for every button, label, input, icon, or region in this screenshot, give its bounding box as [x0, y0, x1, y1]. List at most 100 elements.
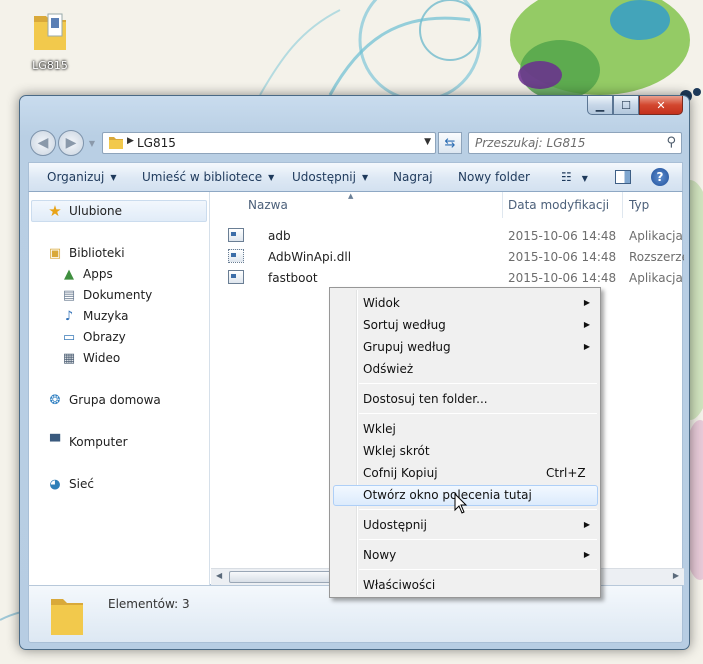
mouse-cursor-icon: [454, 493, 468, 514]
burn-button[interactable]: Nagraj: [393, 170, 433, 184]
command-bar: Organizuj ▼ Umieść w bibliotece ▼ Udostępn…: [28, 162, 683, 192]
preview-pane-button[interactable]: [615, 170, 631, 184]
recent-pages-button[interactable]: ▼: [86, 130, 98, 156]
file-row[interactable]: adb 2015-10-06 14:48 Aplikacja: [211, 226, 684, 246]
videos-icon: ▦: [62, 350, 76, 366]
nav-libraries-label: Biblioteki: [69, 246, 125, 260]
nav-library-apps[interactable]: ▲ Apps: [61, 266, 113, 282]
caption-buttons: ▁ ☐ ✕: [587, 96, 683, 115]
search-icon[interactable]: ⚲: [666, 135, 676, 150]
nav-library-documents[interactable]: ▤ Dokumenty: [61, 287, 152, 303]
column-divider[interactable]: [622, 192, 623, 218]
submenu-arrow-icon: ▶: [583, 520, 590, 529]
menu-item-undo-copy[interactable]: Cofnij Kopiuj: [363, 466, 438, 480]
documents-icon: ▤: [62, 287, 76, 303]
scroll-left-icon[interactable]: ◀: [216, 571, 222, 580]
menu-item-paste[interactable]: Wklej: [363, 422, 396, 436]
file-row[interactable]: AdbWinApi.dll 2015-10-06 14:48 Rozszerze…: [211, 247, 684, 267]
chevron-down-icon: ▼: [88, 138, 96, 148]
application-icon: [228, 228, 244, 242]
nav-library-videos[interactable]: ▦ Wideo: [61, 350, 120, 366]
search-input[interactable]: [475, 136, 655, 150]
item-count: Elementów: 3: [108, 597, 190, 611]
menu-item-new[interactable]: Nowy: [363, 548, 396, 562]
desktop-icon-label: LG815: [32, 59, 68, 72]
change-view-button[interactable]: ☷ ▼: [561, 170, 588, 184]
search-box[interactable]: ⚲: [468, 132, 682, 154]
folder-icon: [51, 599, 83, 635]
nav-libraries[interactable]: ▣ Biblioteki: [47, 245, 125, 261]
menu-item-group-by[interactable]: Grupuj według: [363, 340, 451, 354]
menu-item-paste-shortcut[interactable]: Wklej skrót: [363, 444, 430, 458]
back-button[interactable]: ◀: [30, 130, 56, 156]
breadcrumb-current[interactable]: LG815: [137, 136, 176, 150]
nav-network[interactable]: ◕ Sieć: [47, 476, 94, 492]
file-row[interactable]: fastboot 2015-10-06 14:48 Aplikacja: [211, 268, 684, 288]
include-in-library-label: Umieść w bibliotece: [142, 170, 263, 184]
address-row: ◀ ▶ ▼ ▶ LG815 ▼ ⇆ ⚲: [28, 129, 683, 157]
minimize-button[interactable]: ▁: [587, 96, 613, 115]
maximize-button[interactable]: ☐: [613, 96, 639, 115]
dll-file-icon: [228, 249, 244, 263]
column-header-name[interactable]: Nazwa: [248, 198, 288, 212]
share-button[interactable]: Udostępnij ▼: [292, 170, 368, 184]
help-icon[interactable]: ?: [651, 168, 669, 186]
submenu-arrow-icon: ▶: [583, 342, 590, 351]
address-bar[interactable]: ▶ LG815 ▼: [102, 132, 436, 154]
menu-item-customize-folder[interactable]: Dostosuj ten folder...: [363, 392, 488, 406]
scrollbar-thumb[interactable]: [229, 571, 339, 583]
forward-button[interactable]: ▶: [58, 130, 84, 156]
include-in-library-button[interactable]: Umieść w bibliotece ▼: [142, 170, 274, 184]
file-type: Aplikacja: [629, 271, 683, 285]
organize-label: Organizuj: [47, 170, 105, 184]
file-date: 2015-10-06 14:48: [508, 229, 617, 243]
file-type: Aplikacja: [629, 229, 683, 243]
libraries-icon: ▣: [48, 245, 62, 261]
close-button[interactable]: ✕: [639, 96, 683, 115]
menu-item-share[interactable]: Udostępnij: [363, 518, 427, 532]
file-type: Rozszerzenie a: [629, 250, 684, 264]
new-folder-button[interactable]: Nowy folder: [458, 170, 530, 184]
share-label: Udostępnij: [292, 170, 356, 184]
column-header-type[interactable]: Typ: [629, 198, 649, 212]
back-arrow-icon: ◀: [37, 135, 49, 151]
nav-homegroup[interactable]: ❂ Grupa domowa: [47, 392, 161, 408]
folder-icon: [109, 137, 123, 149]
column-divider[interactable]: [502, 192, 503, 218]
organize-button[interactable]: Organizuj ▼: [47, 170, 116, 184]
menu-item-sort-by[interactable]: Sortuj według: [363, 318, 446, 332]
nav-library-label: Obrazy: [83, 330, 126, 344]
application-icon: [228, 270, 244, 284]
nav-computer[interactable]: ▀ Komputer: [47, 434, 128, 450]
chevron-down-icon: ▼: [110, 173, 117, 182]
forward-arrow-icon: ▶: [65, 135, 77, 151]
menu-item-open-command-window[interactable]: Otwórz okno polecenia tutaj: [363, 488, 532, 502]
submenu-arrow-icon: ▶: [583, 320, 590, 329]
menu-separator: [359, 383, 597, 384]
scroll-right-icon[interactable]: ▶: [673, 571, 679, 580]
menu-item-view[interactable]: Widok: [363, 296, 400, 310]
submenu-arrow-icon: ▶: [583, 550, 590, 559]
nav-favorites-label: Ulubione: [69, 204, 123, 218]
star-icon: ★: [48, 202, 62, 220]
address-dropdown-icon[interactable]: ▼: [424, 137, 431, 147]
file-name: AdbWinApi.dll: [268, 250, 352, 264]
homegroup-icon: ❂: [49, 392, 61, 408]
nav-favorites[interactable]: ★ Ulubione: [47, 202, 123, 220]
folder-icon: [34, 13, 66, 50]
nav-library-pictures[interactable]: ▭ Obrazy: [61, 329, 126, 345]
nav-library-music[interactable]: ♪ Muzyka: [61, 308, 129, 324]
breadcrumb-separator-icon: ▶: [127, 136, 134, 146]
pictures-icon: ▭: [62, 329, 76, 345]
menu-item-properties[interactable]: Właściwości: [363, 578, 435, 592]
refresh-icon: ⇆: [444, 135, 456, 151]
computer-icon: ▀: [50, 434, 60, 450]
refresh-button[interactable]: ⇆: [438, 132, 462, 154]
nav-computer-label: Komputer: [69, 435, 128, 449]
chevron-down-icon: ▼: [268, 173, 275, 182]
chevron-down-icon: ▼: [361, 173, 369, 182]
menu-item-refresh[interactable]: Odśwież: [363, 362, 413, 376]
file-date: 2015-10-06 14:48: [508, 250, 617, 264]
column-header-date[interactable]: Data modyfikacji: [508, 198, 609, 212]
desktop-folder-lg815[interactable]: LG815: [22, 10, 78, 72]
